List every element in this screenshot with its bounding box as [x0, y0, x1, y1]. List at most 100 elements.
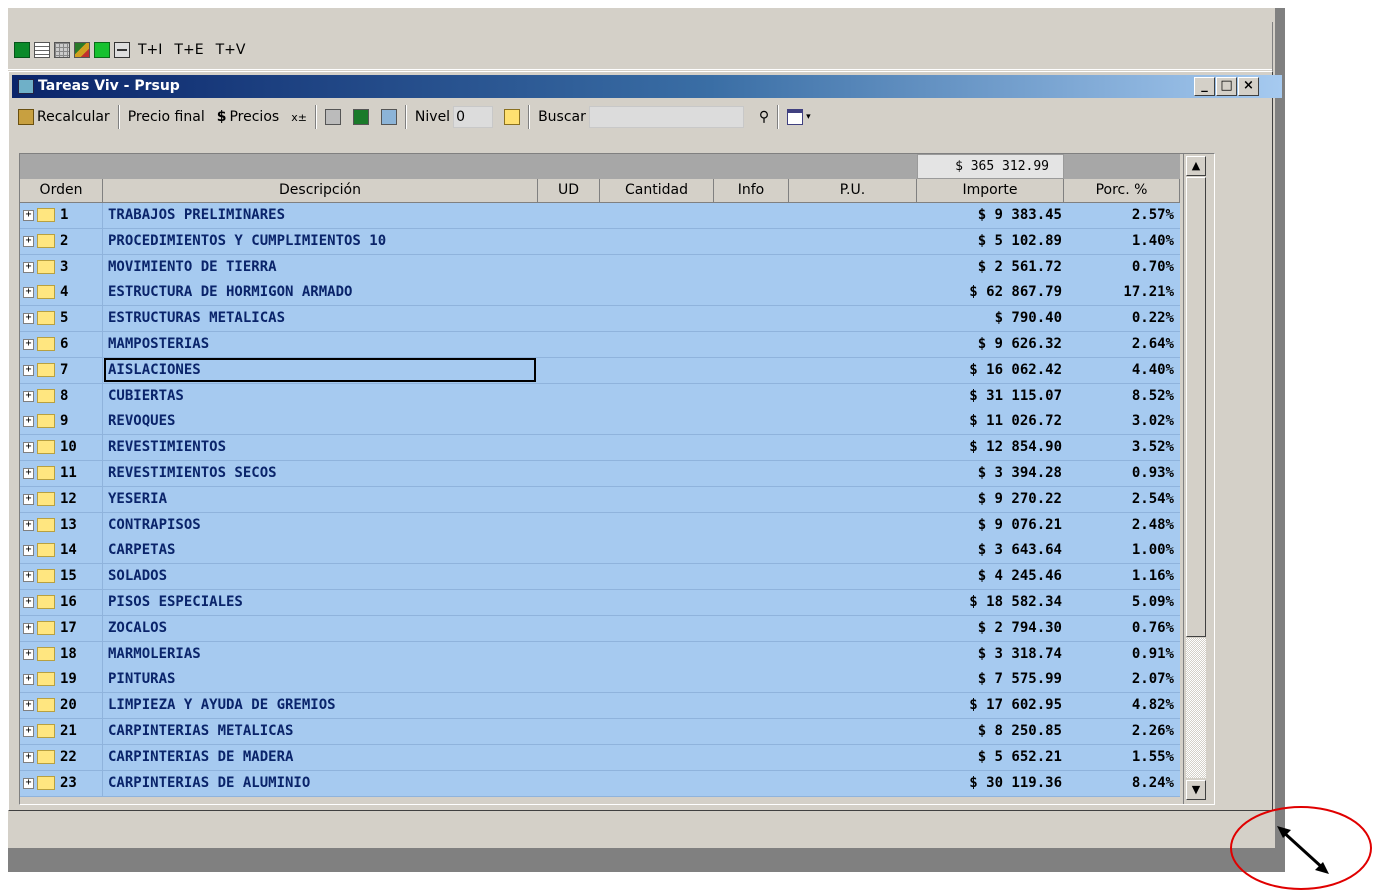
table-row[interactable]: +3 MOVIMIENTO DE TIERRA $ 2 561.72 0.70% — [20, 254, 1180, 281]
expand-icon[interactable]: + — [23, 726, 34, 737]
table-row[interactable]: +14 CARPETAS $ 3 643.64 1.00% — [20, 538, 1180, 565]
table-row[interactable]: +5 ESTRUCTURAS METALICAS $ 790.40 0.22% — [20, 306, 1180, 333]
recalcular-button[interactable]: Recalcular — [12, 109, 116, 125]
table-row[interactable]: +2 PROCEDIMIENTOS Y CUMPLIMIENTOS 10 $ 5 1… — [20, 228, 1180, 255]
expand-icon[interactable]: + — [23, 648, 34, 660]
minimize-button[interactable]: _ — [1194, 77, 1215, 96]
expand-icon[interactable]: + — [23, 751, 34, 763]
expand-icon[interactable]: + — [23, 339, 34, 350]
t-plus-e-button[interactable]: T+E — [170, 42, 207, 58]
col-orden[interactable]: Orden — [20, 179, 103, 203]
expand-icon[interactable]: + — [23, 519, 34, 531]
column-divider — [102, 280, 103, 307]
t-plus-v-button[interactable]: T+V — [212, 42, 250, 58]
budget-grid[interactable]: $ 365 312.99 Orden Descripción UD Cantid… — [19, 153, 1215, 805]
expand-icon[interactable]: + — [23, 777, 34, 789]
title-bar[interactable]: Tareas Viv - Prsup _ □ × — [12, 75, 1282, 98]
close-button[interactable]: × — [1238, 77, 1259, 96]
table-row[interactable]: +22 CARPINTERIAS DE MADERA $ 5 652.21 1.55% — [20, 744, 1180, 771]
expand-icon[interactable]: + — [23, 390, 34, 402]
table-row[interactable]: +23 CARPINTERIAS DE ALUMINIO $ 30 119.36 8.… — [20, 770, 1180, 797]
table-row[interactable]: +11 REVESTIMIENTOS SECOS $ 3 394.28 0.93% — [20, 461, 1180, 487]
col-importe[interactable]: Importe — [917, 179, 1064, 203]
table-row[interactable]: +18 MARMOLERIAS $ 3 318.74 0.91% — [20, 641, 1180, 668]
expand-icon[interactable]: + — [23, 571, 34, 583]
expand-icon[interactable]: + — [23, 261, 34, 273]
document-icon[interactable] — [34, 41, 50, 58]
table-row[interactable]: +12 YESERIA $ 9 270.22 2.54% — [20, 486, 1180, 513]
pause-icon[interactable] — [94, 41, 110, 58]
table-row[interactable]: +7 AISLACIONES $ 16 062.42 4.40% — [20, 357, 1180, 384]
t-plus-i-button[interactable]: T+I — [134, 42, 166, 58]
col-pu[interactable]: P.U. — [789, 179, 917, 203]
folder-icon — [37, 646, 55, 661]
table-row[interactable]: +10 REVESTIMIENTOS $ 12 854.90 3.52% — [20, 435, 1180, 462]
precios-button[interactable]: $ Precios — [211, 109, 285, 125]
row-porcentaje: 0.76% — [1131, 619, 1174, 636]
expand-icon[interactable]: + — [23, 442, 34, 454]
row-porcentaje: 1.16% — [1131, 568, 1174, 585]
table-row[interactable]: +13 CONTRAPISOS $ 9 076.21 2.48% — [20, 512, 1180, 539]
expand-icon[interactable]: + — [23, 287, 34, 299]
table-row[interactable]: +20 LIMPIEZA Y AYUDA DE GREMIOS $ 17 602.9… — [20, 693, 1180, 720]
expand-icon[interactable]: + — [23, 622, 34, 634]
column-divider — [102, 228, 103, 255]
table-row[interactable]: +16 PISOS ESPECIALES $ 18 582.34 5.09% — [20, 590, 1180, 616]
scroll-thumb[interactable] — [1186, 177, 1206, 637]
grid-icon[interactable] — [54, 41, 70, 58]
row-importe: $ 5 102.89 — [977, 232, 1062, 249]
expand-icon[interactable]: + — [23, 597, 34, 608]
print-button[interactable] — [319, 109, 347, 125]
binoculars-icon[interactable]: ⚲ — [759, 109, 769, 125]
expand-icon[interactable]: + — [23, 416, 34, 428]
expand-icon[interactable]: + — [23, 674, 34, 686]
col-porc[interactable]: Porc. % — [1064, 179, 1180, 203]
buscar-input[interactable] — [588, 106, 744, 128]
expand-icon[interactable]: + — [23, 493, 34, 505]
nivel-input[interactable]: 0 — [453, 106, 494, 128]
maximize-button[interactable]: □ — [1216, 77, 1237, 96]
scroll-up-button[interactable]: ▲ — [1186, 156, 1206, 176]
expand-icon[interactable]: + — [23, 313, 34, 325]
row-descripcion: PROCEDIMIENTOS Y CUMPLIMIENTOS 10 — [108, 232, 387, 249]
col-ud[interactable]: UD — [538, 179, 600, 203]
col-info[interactable]: Info — [714, 179, 789, 203]
export-button[interactable] — [375, 109, 403, 125]
table-row[interactable]: +6 MAMPOSTERIAS $ 9 626.32 2.64% — [20, 332, 1180, 358]
expand-icon[interactable]: + — [23, 364, 34, 376]
scroll-down-button[interactable]: ▼ — [1186, 780, 1206, 800]
table-row[interactable]: +1 TRABAJOS PRELIMINARES $ 9 383.45 2.57% — [20, 203, 1180, 229]
row-orden: 20 — [60, 697, 77, 714]
col-cantidad[interactable]: Cantidad — [600, 179, 714, 203]
row-descripcion: CARPINTERIAS DE ALUMINIO — [108, 774, 311, 791]
table-row[interactable]: +17 ZOCALOS $ 2 794.30 0.76% — [20, 615, 1180, 642]
folder-icon — [37, 259, 55, 274]
table-row[interactable]: +15 SOLADOS $ 4 245.46 1.16% — [20, 564, 1180, 591]
expand-icon[interactable]: + — [23, 235, 34, 247]
row-importe: $ 4 245.46 — [977, 568, 1062, 585]
table-row[interactable]: +19 PINTURAS $ 7 575.99 2.07% — [20, 667, 1180, 694]
expand-icon[interactable]: + — [23, 210, 34, 221]
formula-button[interactable]: x± — [285, 111, 313, 124]
row-porcentaje: 4.82% — [1131, 697, 1174, 714]
folder-up-icon[interactable] — [504, 109, 521, 125]
network-icon[interactable] — [114, 41, 130, 58]
folder-icon — [37, 775, 55, 790]
chart-icon[interactable] — [74, 41, 90, 58]
excel-button[interactable] — [347, 109, 375, 125]
table-row[interactable]: +9 REVOQUES $ 11 026.72 3.02% — [20, 409, 1180, 436]
expand-icon[interactable]: + — [23, 468, 34, 479]
form-icon[interactable] — [14, 41, 30, 58]
table-row[interactable]: +8 CUBIERTAS $ 31 115.07 8.52% — [20, 383, 1180, 410]
expand-icon[interactable]: + — [23, 700, 34, 712]
expand-icon[interactable]: + — [23, 545, 34, 557]
total-importe: $ 365 312.99 — [917, 154, 1064, 179]
vertical-scrollbar[interactable]: ▲ ▼ — [1183, 154, 1209, 804]
precio-final-button[interactable]: Precio final — [122, 109, 211, 125]
table-row[interactable]: +21 CARPINTERIAS METALICAS $ 8 250.85 2.26% — [20, 719, 1180, 745]
scroll-track[interactable] — [1186, 638, 1206, 778]
table-row[interactable]: +4 ESTRUCTURA DE HORMIGON ARMADO $ 62 867.… — [20, 280, 1180, 307]
col-descripcion[interactable]: Descripción — [103, 179, 538, 203]
columns-dropdown[interactable]: ▾ — [781, 109, 817, 125]
row-porcentaje: 2.54% — [1131, 490, 1174, 507]
